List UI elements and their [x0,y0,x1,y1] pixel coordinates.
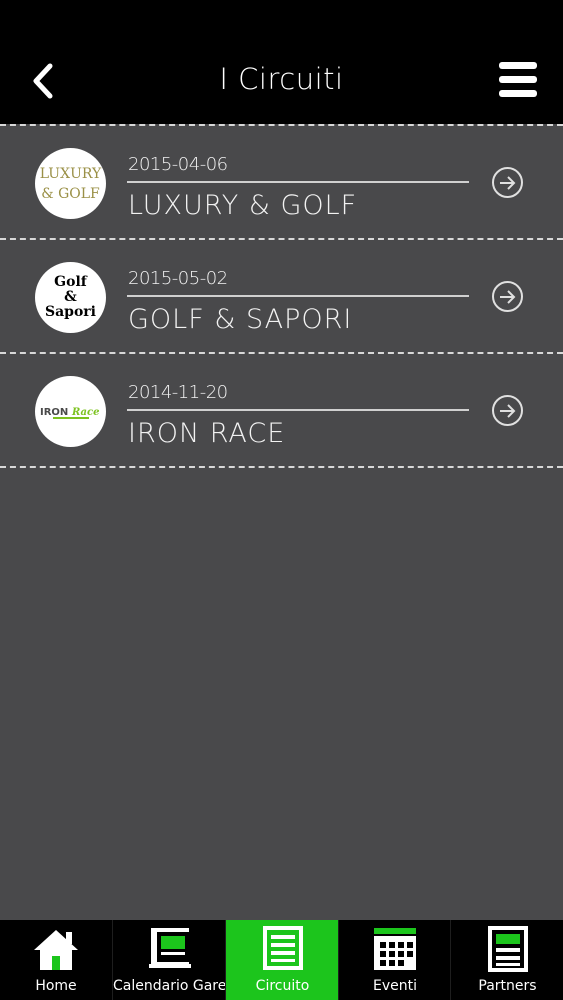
app-header: I Circuiti [0,40,563,124]
tab-eventi[interactable]: Eventi [338,920,451,1000]
arrow-right-icon [500,403,516,418]
calendar-book-icon [148,928,191,968]
tab-partners[interactable]: Partners [450,920,563,1000]
list-item-iron-race[interactable]: IRON Race 2014-11-20 IRON RACE [0,354,563,466]
document-icon [262,926,303,970]
tab-circuito[interactable]: Circuito [225,920,339,1000]
open-circuit-button[interactable] [492,281,523,312]
tab-label: Eventi [373,978,417,994]
hamburger-menu-icon [499,62,537,69]
circuit-list: LUXURY & GOLF 2015-04-06 LUXURY & GOLF G… [0,124,563,468]
tab-label: Circuito [255,978,310,994]
tab-label: Partners [478,978,537,994]
tab-label: Home [35,978,77,994]
arrow-right-icon [500,175,516,190]
arrow-right-icon [500,289,516,304]
circuit-name: GOLF & SAPORI [128,304,353,335]
tab-home[interactable]: Home [0,920,112,1000]
list-item-golf-sapori[interactable]: Golf & Sapori 2015-05-02 GOLF & SAPORI [0,240,563,352]
tab-bar: Home Calendario Gare Circuito Eventi Par… [0,920,563,1000]
underline [127,181,469,183]
circuit-date: 2014-11-20 [128,382,228,403]
golf-sapori-logo: Golf & Sapori [35,262,106,333]
luxury-golf-logo: LUXURY & GOLF [35,148,106,219]
status-bar [0,0,563,40]
iron-race-logo: IRON Race [35,376,106,447]
underline [127,295,469,297]
open-circuit-button[interactable] [492,395,523,426]
tab-calendario-gare[interactable]: Calendario Gare [112,920,226,1000]
logo-text: Golf [54,274,87,290]
partners-doc-icon [487,926,528,972]
logo-text: IRON [40,407,68,418]
logo-text: Sapori [44,304,96,320]
iron-race-logo-mark: IRON Race [38,402,103,421]
logo-text: & [64,289,77,305]
divider [0,466,563,468]
menu-button[interactable] [499,62,539,100]
house-icon [34,930,78,970]
open-circuit-button[interactable] [492,167,523,198]
logo-text: LUXURY [39,165,102,182]
page-title: I Circuiti [219,62,344,96]
circuit-name: IRON RACE [128,418,286,449]
circuit-date: 2015-04-06 [128,154,228,175]
circuit-date: 2015-05-02 [128,268,228,289]
logo-text: & GOLF [41,185,100,202]
tab-label: Calendario Gare [113,978,227,994]
hamburger-line [499,76,537,83]
circuit-name: LUXURY & GOLF [128,190,358,221]
list-item-luxury-golf[interactable]: LUXURY & GOLF 2015-04-06 LUXURY & GOLF [0,126,563,238]
logo-text: Race [71,407,99,418]
hamburger-line [499,90,537,97]
calendar-grid-icon [374,928,416,970]
underline [127,409,469,411]
